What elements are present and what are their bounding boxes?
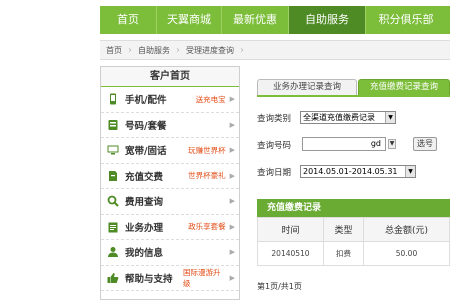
sidebar-item-label: 我的信息 [125,248,164,260]
query-date-value: 2014.05.01-2014.05.31 [303,167,398,176]
sidebar-item-my-info[interactable]: 我的信息 ▶ [101,240,239,266]
nav-tianyi-mall[interactable]: 天翼商城 [157,6,221,34]
wallet-icon [109,170,117,181]
monitor-icon [107,145,119,155]
results-panel: 充值缴费记录 时间 类型 总金额(元) 20140510 扣费 50.00 [257,199,450,277]
query-type-label: 查询类别 [257,114,292,124]
sidebar-item-label: 宽带/固话 [125,146,167,158]
sidebar-item-broadband[interactable]: 宽带/固话 玩赚世界杯 ▶ [101,138,239,164]
breadcrumb-home[interactable]: 首页 [100,45,128,56]
nav-self-service[interactable]: 自助服务 [289,6,365,34]
chevron-right-icon: ▶ [229,171,235,180]
table-row: 20140510 扣费 50.00 [257,241,450,266]
tab-underline [257,95,450,97]
sidebar-item-label: 业务办理 [125,222,164,234]
breadcrumb-current: 受理进度查询 [186,45,234,55]
promo-tag[interactable]: 世界杯豪礼 [188,170,226,181]
chevron-right-icon: ▶ [229,120,235,129]
chevron-right-icon: ▶ [229,95,235,104]
query-type-select[interactable]: 全渠道充值缴费记录 ▼ [300,111,396,124]
query-date-label: 查询日期 [257,168,292,178]
query-number-label: 查询号码 [257,141,292,151]
record-tabs: 业务办理记录查询 充值缴费记录查询 [257,79,450,95]
breadcrumb: 首页 › 自助服务 › 受理进度查询 › [100,40,450,60]
sidebar-item-label: 充值交费 [125,171,164,183]
top-nav: 首页 天翼商城 最新优惠 自助服务 积分俱乐部 [100,6,450,34]
sidebar-item-label: 费用查询 [125,197,164,209]
promo-tag[interactable]: 国际漫游升级 [183,267,226,289]
breadcrumb-self-service[interactable]: 自助服务 [132,45,176,56]
sidebar-item-billing[interactable]: 费用查询 ▶ [101,189,239,215]
nav-points-club[interactable]: 积分俱乐部 [366,6,446,34]
chevron-right-icon: ▶ [229,146,235,155]
thumbs-up-icon [107,272,119,283]
column-header-amount: 总金额(元) [363,217,450,242]
sidebar-item-business[interactable]: 业务办理 政乐享套餐 ▶ [101,215,239,240]
query-date-select[interactable]: 2014.05.01-2014.05.31 ▼ [300,165,416,178]
sidebar-item-help[interactable]: 帮助与支持 国际漫游升级 ▶ [101,266,239,291]
results-title: 充值缴费记录 [257,199,450,217]
sidebar-item-label: 号码/套餐 [125,120,167,132]
cell-amount: 50.00 [363,241,450,266]
sim-card-icon [108,119,118,130]
pagination-text: 第1页/共1页 [257,282,302,291]
cell-type: 扣费 [323,241,364,266]
sidebar-item-label: 帮助与支持 [125,273,173,285]
query-type-value: 全渠道充值缴费记录 [303,113,375,122]
results-table: 时间 类型 总金额(元) 20140510 扣费 50.00 [257,217,450,266]
sidebar-title: 客户首页 [101,67,239,87]
chevron-down-icon: ▼ [385,112,395,123]
phone-icon [110,93,116,105]
person-icon [108,247,118,258]
chevron-down-icon: ▼ [405,166,415,177]
search-icon [107,195,119,207]
chevron-down-icon[interactable]: ▼ [388,139,396,149]
sidebar-item-recharge[interactable]: 充值交费 世界杯豪礼 ▶ [101,164,239,189]
sidebar: 客户首页 手机/配件 送充电宝 ▶ 号码/套餐 ▶ 宽带/固话 玩赚世界杯 ▶ … [100,66,240,300]
nav-home[interactable]: 首页 [100,6,156,34]
select-number-button[interactable]: 选号 [413,137,437,151]
column-header-time: 时间 [257,217,324,242]
chevron-right-icon: ▶ [229,273,235,282]
tab-recharge-records[interactable]: 充值缴费记录查询 [358,79,450,95]
chevron-right-icon: ▶ [229,248,235,257]
sidebar-item-label: 手机/配件 [125,95,167,107]
promo-tag[interactable]: 政乐享套餐 [188,221,226,232]
chevron-right-icon: ▶ [229,197,235,206]
phone-number-input[interactable]: gd [302,137,386,151]
cell-time: 20140510 [257,241,324,266]
tab-business-records[interactable]: 业务办理记录查询 [257,79,357,95]
promo-tag[interactable]: 送充电宝 [196,94,226,105]
promo-tag[interactable]: 玩赚世界杯 [188,145,226,156]
sidebar-item-numbers[interactable]: 号码/套餐 ▶ [101,113,239,138]
column-header-type: 类型 [323,217,364,242]
nav-latest-offers[interactable]: 最新优惠 [222,6,288,34]
sidebar-item-phones[interactable]: 手机/配件 送充电宝 ▶ [101,87,239,113]
table-header-row: 时间 类型 总金额(元) [257,217,450,242]
clipboard-icon [108,222,118,233]
chevron-right-icon: › [240,44,244,56]
chevron-right-icon: ▶ [229,222,235,231]
